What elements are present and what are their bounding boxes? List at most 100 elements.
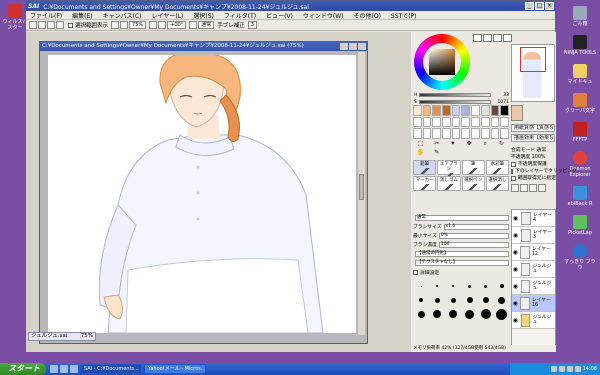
menu-window[interactable]: ウィンドウ(W) — [303, 11, 344, 20]
brush-size-preset[interactable] — [446, 308, 460, 320]
swatch[interactable] — [413, 116, 422, 128]
document-close-button[interactable] — [358, 43, 366, 50]
merge-down-icon[interactable] — [529, 183, 537, 192]
menu-select[interactable]: 選択(S) — [193, 11, 214, 20]
desktop-icon-ebiback[interactable]: ebiBack R — [562, 186, 598, 207]
deselect-icon[interactable] — [47, 21, 55, 29]
rotate-left-icon[interactable] — [149, 21, 158, 29]
brush-size-preset[interactable] — [479, 308, 493, 320]
layer-row[interactable]: ◉ ジュルジュ — [512, 261, 555, 278]
swatch[interactable] — [451, 105, 461, 116]
brush-size-preset[interactable] — [463, 280, 477, 292]
paper-texture-select[interactable]: 用紙質感【質感なし】 — [511, 124, 555, 132]
document-minimize-button[interactable] — [340, 43, 348, 50]
file-tab[interactable]: ジュルジュ.sai 75% — [28, 332, 96, 341]
brush-shape-row[interactable]: 【通常の円形】 — [413, 250, 509, 257]
menu-other[interactable]: その他(O) — [354, 11, 381, 20]
media-icon[interactable] — [70, 365, 78, 373]
eye-icon[interactable]: ◉ — [512, 283, 519, 290]
selection-display-checkbox[interactable] — [68, 22, 73, 28]
brush-mode-row[interactable]: 通常 — [413, 214, 509, 221]
advanced-settings-row[interactable]: 詳細設定 — [413, 269, 509, 276]
layer-folder-row[interactable]: ◉ ジュルジュ — [512, 312, 555, 329]
saturation-slider-bar[interactable] — [418, 100, 491, 104]
tray-icon[interactable] — [558, 366, 565, 372]
mode-select[interactable]: 通常 — [198, 21, 215, 29]
swatch[interactable] — [471, 116, 480, 128]
scrollbar-thumb[interactable] — [359, 174, 364, 200]
taskbar-task-mail[interactable]: Yahoo!メール - Micros... — [144, 364, 206, 374]
document-titlebar[interactable]: C:¥Documents and Settings¥Owner¥My Docum… — [40, 42, 367, 51]
rotate-tool-icon[interactable]: ↻ — [494, 140, 509, 148]
move-tool-icon[interactable]: ✥ — [462, 140, 477, 148]
eye-icon[interactable]: ◉ — [512, 317, 519, 324]
menu-canvas[interactable]: キャンバス(C) — [103, 11, 142, 20]
brush-size-preset[interactable] — [430, 308, 444, 320]
undo-icon[interactable] — [29, 21, 37, 29]
zoom-tool-icon[interactable]: ⌕ — [478, 140, 493, 148]
eye-icon[interactable]: ◉ — [512, 232, 519, 239]
desktop-icon-ninja[interactable]: NINJA TOOLS — [562, 35, 598, 56]
brush-shape-select[interactable]: 【通常の円形】 — [415, 250, 509, 257]
current-color[interactable] — [511, 105, 523, 121]
eraser-brush[interactable]: 消しゴム — [437, 176, 461, 191]
new-folder-icon[interactable] — [520, 183, 528, 192]
palette-mode-icon[interactable] — [503, 34, 512, 42]
color-swatches[interactable] — [413, 105, 509, 139]
option-selection-source[interactable]: 範囲取得元に指定 — [511, 175, 556, 182]
brush-size-preset[interactable] — [463, 308, 477, 320]
opacity-row[interactable]: 不透明度 100% — [511, 154, 556, 161]
eye-icon[interactable]: ◉ — [512, 266, 519, 273]
rotate-field[interactable]: +00° — [167, 21, 187, 29]
new-layer-icon[interactable] — [511, 183, 519, 192]
brush-brush[interactable]: 筆 — [461, 160, 485, 175]
swatch[interactable] — [500, 105, 509, 116]
clock[interactable]: 14:08 — [583, 363, 597, 375]
brush-size-preset[interactable] — [446, 280, 460, 292]
opacity-value[interactable]: 100% — [532, 154, 546, 161]
menu-edit[interactable]: 編集(E) — [72, 11, 92, 20]
hsv-mode-icon[interactable] — [493, 34, 502, 42]
layer-row[interactable]: ◉ レイヤー12 — [512, 244, 555, 261]
saturation-value-square[interactable] — [429, 49, 455, 75]
brush-mode-select[interactable]: 通常 — [415, 214, 509, 221]
swatch[interactable] — [413, 128, 422, 139]
eye-icon[interactable]: ◉ — [512, 249, 518, 256]
swatch[interactable] — [500, 128, 509, 139]
color-wheel-mode-icon[interactable] — [473, 34, 482, 42]
blend-mode-value[interactable]: 通常 — [537, 147, 547, 154]
brush-density-row[interactable]: ブラシ濃度 100 — [413, 241, 509, 248]
paper-effect-select[interactable]: 描画効果【効果なし】 — [511, 134, 555, 142]
zoom-out-icon[interactable] — [111, 21, 120, 29]
vertical-scrollbar[interactable] — [358, 52, 365, 335]
swatch[interactable] — [442, 116, 451, 128]
brush-size-preset[interactable] — [495, 280, 509, 292]
clipping-checkbox[interactable] — [511, 169, 513, 174]
swatch[interactable] — [432, 128, 442, 139]
delete-layer-icon[interactable] — [538, 183, 546, 192]
select-pen-brush[interactable]: 選択ペン — [461, 176, 485, 191]
brush-texture-select[interactable]: 【テクスチャなし】 — [415, 259, 509, 266]
zoom-field[interactable]: 75% — [129, 21, 147, 29]
brush-size-preset[interactable] — [414, 294, 428, 306]
minimize-button[interactable]: _ — [525, 2, 534, 10]
swatch[interactable] — [480, 116, 490, 128]
desktop-icon-picketlap[interactable]: PicketLap — [562, 215, 598, 236]
blend-mode-row[interactable]: 合成モード 通常 — [511, 147, 556, 154]
desktop-icon-recycle-bin[interactable]: ごみ箱 — [562, 6, 598, 27]
layer-row[interactable]: ◉ ジュルジュ — [512, 278, 555, 295]
menu-file[interactable]: ファイル(F) — [30, 11, 62, 20]
swatch[interactable] — [471, 128, 480, 139]
airbrush-brush[interactable]: エアブラシ — [437, 160, 461, 179]
swatch[interactable] — [480, 128, 490, 139]
brush-size-field[interactable]: x1.0 — [443, 223, 509, 230]
brush-density-field[interactable]: 100 — [438, 241, 509, 248]
lasso-tool-icon[interactable]: ✂ — [429, 140, 444, 148]
document-maximize-button[interactable] — [349, 43, 357, 50]
swatch[interactable] — [480, 105, 490, 116]
eye-icon[interactable]: ◉ — [512, 215, 519, 222]
min-size-field[interactable]: 0% — [438, 232, 509, 239]
eyedropper-icon[interactable]: ✎ — [429, 149, 444, 157]
swatch[interactable] — [451, 116, 461, 128]
layer-row[interactable]: ◉ レイヤー3 — [512, 227, 555, 244]
